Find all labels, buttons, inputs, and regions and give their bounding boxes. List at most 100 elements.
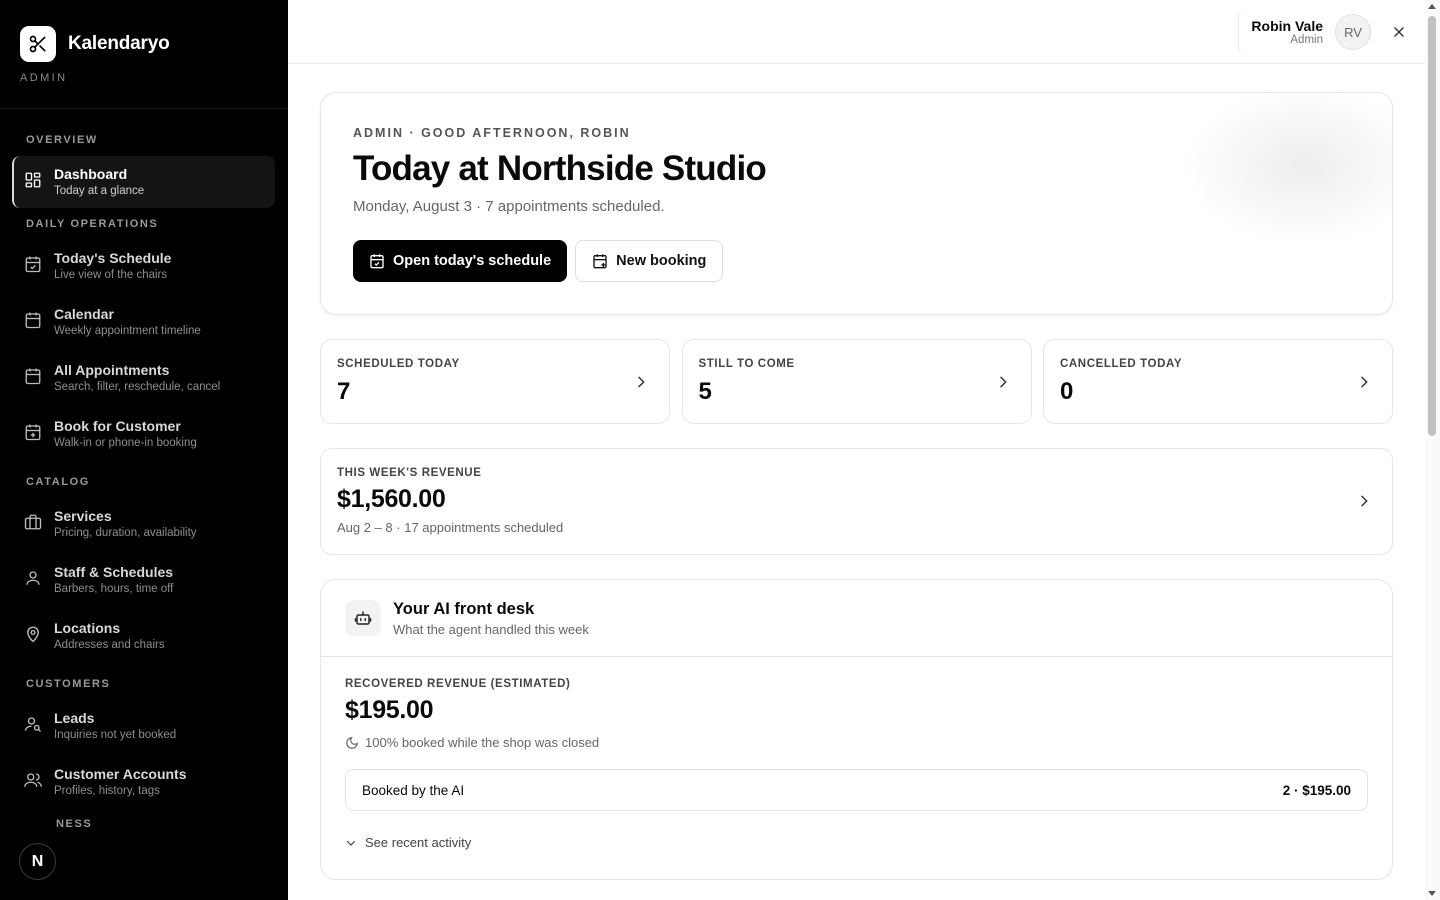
sidebar-item-desc: Pricing, duration, availability	[54, 527, 197, 539]
hero-decoration	[1172, 93, 1392, 253]
sidebar: Kalendaryo ADMIN OVERVIEW Dashboard Toda…	[0, 0, 288, 900]
sidebar-item-customer-accounts[interactable]: Customer Accounts Profiles, history, tag…	[12, 756, 275, 808]
stat-scheduled-today[interactable]: SCHEDULED TODAY 7	[320, 339, 670, 424]
sidebar-item-locations[interactable]: Locations Addresses and chairs	[12, 610, 275, 662]
ai-card-header: Your AI front desk What the agent handle…	[321, 580, 1392, 657]
stats-row: SCHEDULED TODAY 7 STILL TO COME 5 CANCEL…	[320, 339, 1393, 424]
calendar-check-icon	[370, 254, 384, 269]
sidebar-item-dashboard[interactable]: Dashboard Today at a glance	[12, 156, 275, 208]
stat-cancelled-today[interactable]: CANCELLED TODAY 0	[1043, 339, 1393, 424]
sidebar-item-label: Services	[54, 508, 112, 524]
chevron-right-icon	[1361, 376, 1368, 388]
sidebar-item-desc: Weekly appointment timeline	[54, 325, 201, 337]
recovered-revenue-value: $195.00	[345, 696, 434, 724]
sidebar-item-desc: Search, filter, reschedule, cancel	[54, 381, 221, 393]
user-role: Admin	[1290, 34, 1323, 46]
hero-kicker: ADMIN · GOOD AFTERNOON, ROBIN	[353, 126, 631, 140]
nav-section-daily: DAILY OPERATIONS	[26, 218, 159, 230]
calendar-plus-icon	[25, 424, 41, 441]
sidebar-item-book-for-customer[interactable]: Book for Customer Walk-in or phone-in bo…	[12, 408, 275, 460]
sidebar-item-label: Locations	[54, 620, 121, 636]
sidebar-item-label: Today's Schedule	[54, 250, 172, 266]
briefcase-icon	[24, 514, 42, 530]
avatar[interactable]: RV	[1335, 14, 1371, 50]
stat-label: CANCELLED TODAY	[1060, 358, 1183, 370]
see-recent-activity-label: See recent activity	[365, 835, 472, 850]
ai-note-text: 100% booked while the shop was closed	[365, 735, 600, 750]
booked-by-ai-value: 2 · $195.00	[1282, 782, 1351, 798]
sidebar-item-desc: Barbers, hours, time off	[54, 583, 174, 595]
close-button[interactable]	[1383, 16, 1415, 48]
ai-card-title: Your AI front desk	[393, 600, 535, 618]
ai-card-subtitle: What the agent handled this week	[393, 622, 589, 637]
calendar-list-icon	[25, 368, 41, 385]
stat-value: 0	[1060, 378, 1074, 405]
sidebar-divider	[0, 108, 288, 109]
brand-role: ADMIN	[20, 72, 68, 84]
close-icon	[1394, 27, 1404, 37]
sidebar-item-desc: Today at a glance	[54, 185, 145, 197]
user-search-icon	[24, 717, 41, 732]
calendar-check-icon	[25, 256, 41, 273]
sidebar-item-label: All Appointments	[54, 362, 170, 378]
sidebar-item-services[interactable]: Services Pricing, duration, availability	[12, 498, 275, 550]
sidebar-item-calendar[interactable]: Calendar Weekly appointment timeline	[12, 296, 275, 348]
calendar-icon	[25, 312, 41, 329]
sidebar-item-desc: Addresses and chairs	[54, 639, 165, 651]
ai-note: 100% booked while the shop was closed	[345, 735, 599, 750]
dashboard-grid-icon	[25, 172, 41, 188]
sidebar-item-label: Leads	[54, 710, 95, 726]
chevron-right-icon	[638, 376, 645, 388]
map-pin-icon	[27, 626, 39, 643]
stat-value: 5	[698, 378, 712, 405]
calendar-plus-icon	[593, 254, 607, 269]
scroll-up-arrow[interactable]	[1428, 4, 1436, 9]
scissors-icon	[20, 26, 56, 62]
scroll-thumb[interactable]	[1428, 16, 1436, 436]
nav-section-business: NESS	[56, 818, 93, 830]
chevron-right-icon	[1361, 495, 1368, 507]
hero-card: ADMIN · GOOD AFTERNOON, ROBIN Today at N…	[320, 92, 1393, 315]
nav-section-overview: OVERVIEW	[26, 134, 98, 146]
moon-icon	[346, 736, 358, 749]
open-schedule-button[interactable]: Open today's schedule	[353, 240, 568, 282]
user-menu[interactable]: Robin Vale Admin RV	[1238, 8, 1415, 56]
sidebar-item-desc: Inquiries not yet booked	[54, 729, 177, 741]
stat-still-to-come[interactable]: STILL TO COME 5	[681, 339, 1032, 424]
sidebar-item-todays-schedule[interactable]: Today's Schedule Live view of the chairs	[12, 240, 275, 292]
user-name: Robin Vale	[1251, 18, 1323, 34]
hero-subtitle: Monday, August 3 · 7 appointments schedu…	[353, 198, 665, 215]
page-scrollbar[interactable]	[1425, 0, 1440, 900]
new-booking-label: New booking	[616, 253, 707, 269]
sidebar-item-desc: Walk-in or phone-in booking	[54, 437, 197, 449]
chevron-right-icon	[999, 376, 1007, 388]
topbar: Robin Vale Admin RV	[288, 0, 1425, 64]
nav-section-catalog: CATALOG	[26, 476, 90, 488]
sidebar-nav: OVERVIEW Dashboard Today at a glance DAI…	[0, 128, 288, 836]
sidebar-item-leads[interactable]: Leads Inquiries not yet booked	[12, 700, 275, 752]
brand[interactable]: Kalendaryo	[0, 0, 288, 62]
sidebar-item-staff-schedules[interactable]: Staff & Schedules Barbers, hours, time o…	[12, 554, 275, 606]
booked-by-ai-label: Booked by the AI	[362, 782, 465, 798]
sidebar-item-all-appointments[interactable]: All Appointments Search, filter, resched…	[12, 352, 275, 404]
robot-icon	[345, 600, 381, 636]
brand-name: Kalendaryo	[68, 33, 170, 54]
weekly-revenue-card[interactable]: THIS WEEK'S REVENUE $1,560.00 Aug 2 – 8 …	[320, 448, 1393, 555]
sidebar-item-label: Calendar	[54, 306, 114, 322]
see-recent-activity-toggle[interactable]: See recent activity	[345, 835, 471, 850]
page-title: Today at Northside Studio	[353, 149, 767, 188]
new-booking-button[interactable]: New booking	[575, 240, 724, 282]
scroll-down-arrow[interactable]	[1428, 891, 1436, 896]
stat-value: 7	[337, 378, 351, 405]
sidebar-item-label: Book for Customer	[54, 418, 181, 434]
dev-badge[interactable]: N	[19, 843, 56, 880]
sidebar-item-desc: Profiles, history, tags	[54, 785, 160, 797]
revenue-subtitle: Aug 2 – 8 · 17 appointments scheduled	[337, 520, 564, 535]
open-schedule-label: Open today's schedule	[393, 253, 552, 269]
sidebar-item-label: Customer Accounts	[54, 766, 187, 782]
nav-section-customers: CUSTOMERS	[26, 678, 111, 690]
main-content: Robin Vale Admin RV ADMIN · GOOD AFTERNO…	[288, 0, 1425, 900]
ai-front-desk-card: Your AI front desk What the agent handle…	[320, 579, 1393, 880]
users-icon	[24, 773, 42, 787]
booked-by-ai-row: Booked by the AI 2 · $195.00	[345, 769, 1368, 811]
